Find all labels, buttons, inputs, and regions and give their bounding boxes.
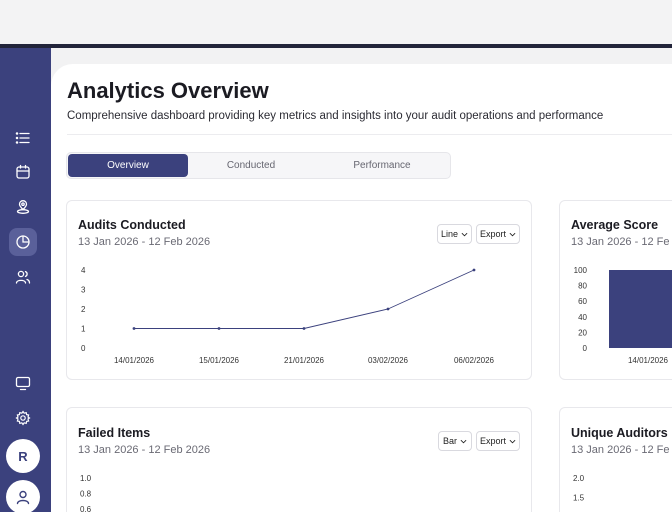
data-point — [302, 327, 306, 330]
chevron-down-icon — [460, 439, 467, 443]
user-initial-avatar[interactable]: R — [6, 439, 40, 473]
header-divider — [67, 134, 672, 135]
y-tick-label: 100 — [574, 266, 588, 275]
data-point — [217, 327, 221, 330]
page-subtitle: Comprehensive dashboard providing key me… — [67, 110, 604, 122]
location-pin-icon[interactable] — [9, 193, 37, 221]
settings-gear-icon[interactable] — [9, 404, 37, 432]
app-header-strip — [0, 44, 672, 48]
card-title: Unique Auditors — [571, 426, 668, 440]
users-icon[interactable] — [9, 263, 37, 291]
y-tick-label: 3 — [81, 286, 86, 295]
y-tick-label: 1 — [81, 325, 86, 334]
export-label: Export — [479, 229, 506, 239]
x-tick-label: 15/01/2026 — [199, 356, 240, 365]
pie-chart-icon[interactable] — [9, 228, 37, 256]
x-tick-label: 21/01/2026 — [284, 356, 325, 365]
y-tick-label: 60 — [578, 297, 587, 306]
card-date-range: 13 Jan 2026 - 12 Feb 2026 — [78, 236, 211, 248]
monitor-icon[interactable] — [9, 369, 37, 397]
unique-auditors-chart: 2.0 1.5 — [573, 474, 585, 503]
sidebar: R — [0, 48, 51, 512]
y-tick-label: 1.5 — [573, 494, 585, 503]
export-label: Export — [479, 436, 506, 446]
card-title: Average Score — [571, 218, 659, 232]
average-score-bar-chart: 0 20 40 60 80 100 14/01/2026 — [574, 266, 672, 365]
chevron-down-icon — [461, 232, 468, 236]
chart-type-label: Line — [440, 229, 458, 239]
tab-bar: Overview Conducted Performance — [66, 152, 451, 179]
card-date-range: 13 Jan 2026 - 12 Feb 2026 — [78, 444, 211, 456]
export-dropdown[interactable]: Export — [476, 431, 520, 451]
x-tick-label: 06/02/2026 — [454, 356, 495, 365]
data-point — [386, 307, 390, 311]
y-tick-label: 0.6 — [80, 505, 92, 512]
data-point — [472, 268, 476, 272]
y-tick-label: 20 — [578, 328, 587, 337]
tab-conducted[interactable]: Conducted — [191, 154, 311, 177]
card-date-range: 13 Jan 2026 - 12 Fe — [571, 444, 670, 456]
browser-top-bar — [0, 0, 672, 44]
y-tick-label: 2 — [81, 305, 86, 314]
x-tick-label: 03/02/2026 — [368, 356, 409, 365]
card-title: Failed Items — [78, 426, 151, 440]
tab-overview[interactable]: Overview — [68, 154, 188, 177]
y-tick-label: 40 — [578, 313, 587, 322]
series-line — [134, 269, 475, 329]
y-tick-label: 4 — [81, 266, 86, 275]
x-tick-label: 14/01/2026 — [114, 356, 155, 365]
page-title: Analytics Overview — [67, 78, 269, 103]
export-dropdown[interactable]: Export — [476, 224, 520, 244]
data-point — [132, 327, 136, 330]
user-icon — [16, 490, 30, 505]
chevron-down-icon — [509, 439, 516, 443]
list-icon[interactable] — [9, 124, 37, 152]
y-tick-label: 1.0 — [80, 474, 92, 483]
chart-type-dropdown[interactable]: Line — [437, 224, 472, 244]
card-date-range: 13 Jan 2026 - 12 Fe — [571, 236, 670, 248]
bar — [609, 270, 672, 348]
chevron-down-icon — [509, 232, 516, 236]
y-tick-label: 80 — [578, 282, 587, 291]
chart-type-dropdown[interactable]: Bar — [438, 431, 472, 451]
y-tick-label: 2.0 — [573, 474, 585, 483]
card-title: Audits Conducted — [78, 218, 186, 232]
calendar-icon[interactable] — [9, 158, 37, 186]
failed-items-bar-chart: 1.0 0.8 0.6 — [80, 474, 92, 512]
profile-avatar[interactable] — [6, 480, 40, 512]
x-tick-label: 14/01/2026 — [628, 356, 669, 365]
y-tick-label: 0 — [583, 344, 588, 353]
y-tick-label: 0 — [81, 344, 86, 353]
y-tick-label: 0.8 — [80, 490, 92, 499]
audits-conducted-line-chart: 0 1 2 3 4 14/01/2026 15/01/2026 21/01/2026 03/02… — [81, 266, 495, 365]
tab-performance[interactable]: Performance — [319, 154, 445, 177]
chart-type-label: Bar — [442, 436, 457, 446]
